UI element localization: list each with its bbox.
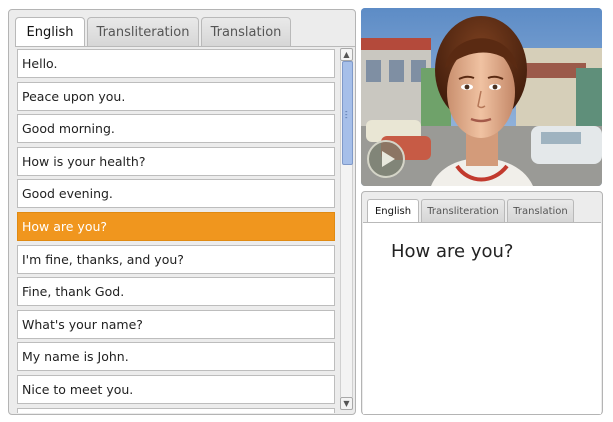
phrase-row[interactable]: Peace upon you.: [17, 81, 335, 111]
scroll-thumb[interactable]: ---: [342, 61, 353, 165]
scroll-down-button[interactable]: ▼: [340, 397, 353, 410]
phrase-row[interactable]: I'm fine, thanks, and you?: [17, 244, 335, 274]
detail-tab-english[interactable]: English: [367, 199, 419, 223]
tab-english[interactable]: English: [15, 17, 85, 47]
grip-icon: ---: [345, 108, 348, 122]
phrase-row-partial[interactable]: [17, 407, 335, 413]
detail-tab-translation[interactable]: Translation: [507, 199, 574, 222]
scroll-track[interactable]: ---: [340, 61, 353, 397]
phrase-detail-panel: English Transliteration Translation How …: [361, 191, 603, 415]
phrase-row[interactable]: My name is John.: [17, 342, 335, 372]
right-tab-bar: English Transliteration Translation: [367, 199, 576, 223]
detail-body: How are you?: [363, 222, 601, 414]
phrase-row[interactable]: Fine, thank God.: [17, 277, 335, 307]
phrase-row[interactable]: Nice to meet you.: [17, 374, 335, 404]
current-phrase: How are you?: [391, 241, 514, 262]
phrase-list-scrollbar[interactable]: ▲ --- ▼: [340, 48, 353, 410]
scroll-up-button[interactable]: ▲: [340, 48, 353, 61]
left-tab-bar: English Transliteration Translation: [15, 17, 293, 47]
phrase-row[interactable]: What's your name?: [17, 309, 335, 339]
tab-translation[interactable]: Translation: [201, 17, 291, 46]
phrase-list-panel: English Transliteration Translation Hell…: [8, 9, 356, 415]
tab-transliteration[interactable]: Transliteration: [87, 17, 199, 46]
phrase-row[interactable]: How is your health?: [17, 146, 335, 176]
phrase-list-viewport: Hello. Peace upon you. Good morning. How…: [15, 46, 355, 413]
phrase-row[interactable]: Good evening.: [17, 179, 335, 209]
phrase-list: Hello. Peace upon you. Good morning. How…: [17, 49, 335, 413]
play-button[interactable]: [367, 140, 405, 178]
phrase-row[interactable]: Good morning.: [17, 114, 335, 144]
detail-tab-transliteration[interactable]: Transliteration: [421, 199, 505, 222]
phrase-row-selected[interactable]: How are you?: [17, 211, 335, 241]
play-icon: [381, 151, 395, 167]
phrase-row[interactable]: Hello.: [17, 49, 335, 78]
video-player[interactable]: [361, 8, 602, 186]
